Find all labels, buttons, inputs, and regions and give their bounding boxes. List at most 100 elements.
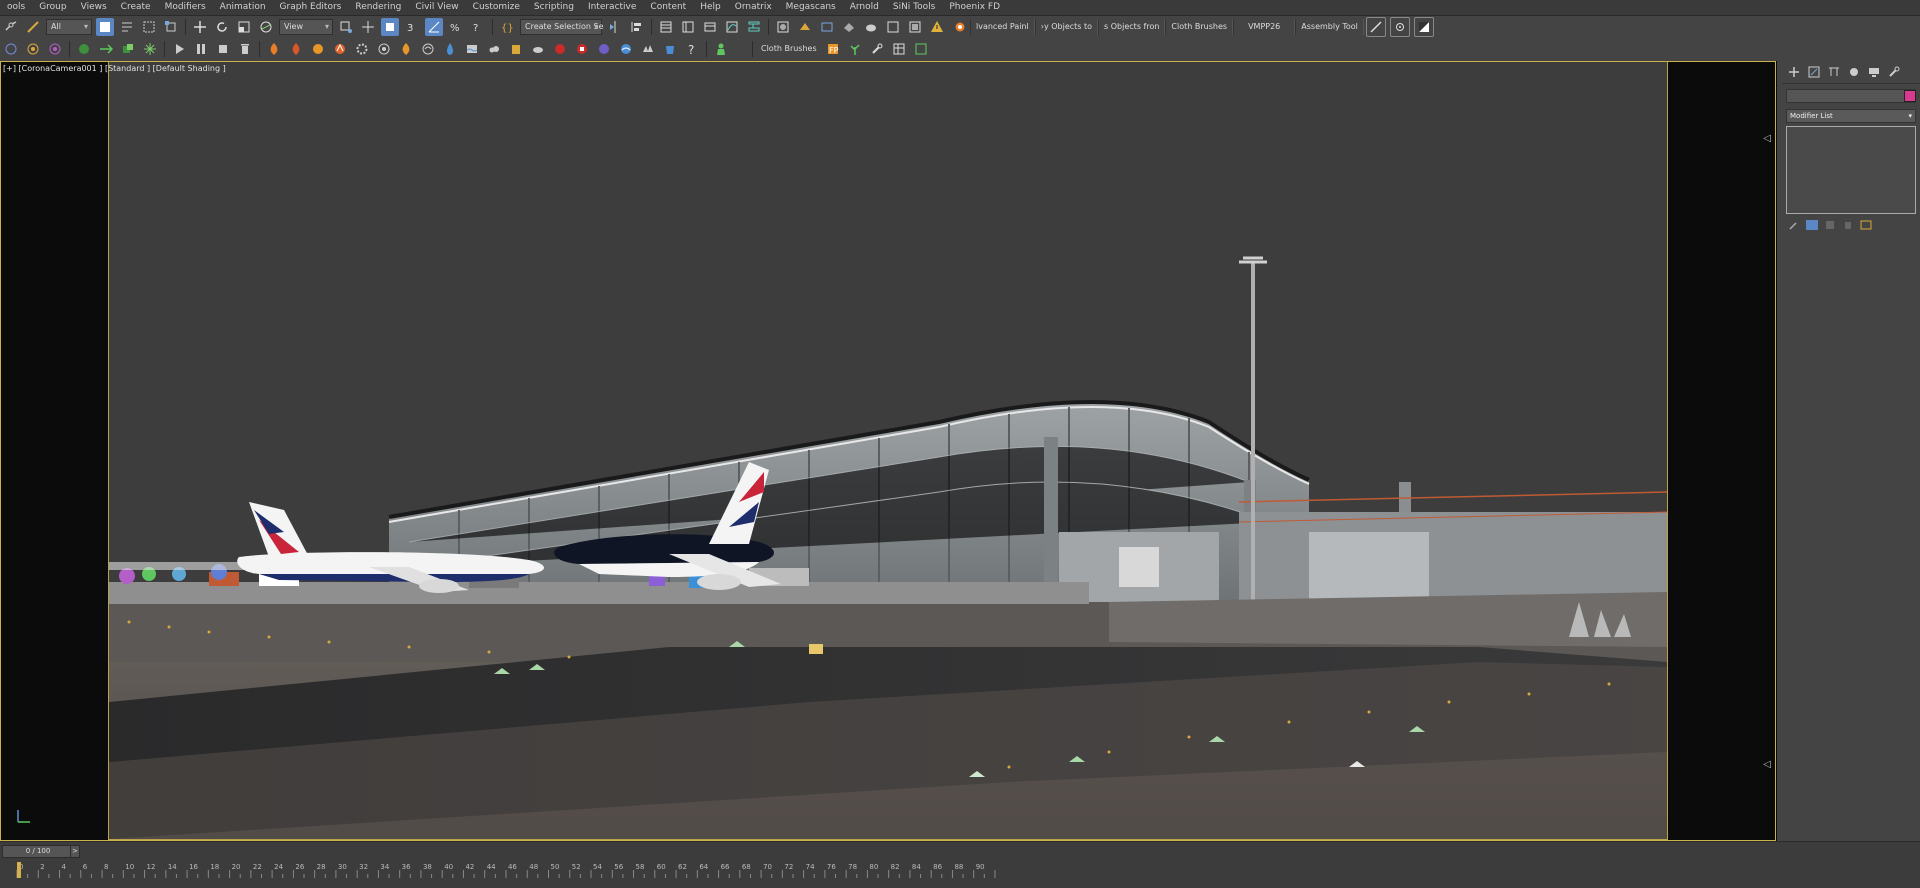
paste-objects-from-file-button[interactable]: s Objects fron — [1098, 19, 1166, 35]
rendered-frame-window-icon[interactable] — [818, 18, 836, 36]
phoenix-record-icon[interactable] — [551, 40, 569, 58]
curve-editor-icon[interactable] — [723, 18, 741, 36]
placement-icon[interactable] — [257, 18, 275, 36]
corona-sun-icon[interactable] — [24, 40, 42, 58]
play-icon[interactable] — [170, 40, 188, 58]
select-object-icon[interactable] — [96, 18, 114, 36]
snaps-toggle-icon[interactable]: 3 — [403, 18, 421, 36]
window-crossing-icon[interactable] — [162, 18, 180, 36]
assembly-tool-button[interactable]: Assembly Tool — [1295, 19, 1364, 35]
menu-item-scripting[interactable]: Scripting — [527, 0, 581, 15]
blender-icon[interactable] — [950, 18, 968, 36]
teapot-render-icon[interactable] — [862, 18, 880, 36]
menu-item-megascans[interactable]: Megascans — [779, 0, 843, 15]
phoenix-ocean-icon[interactable] — [463, 40, 481, 58]
contrast-icon[interactable] — [1413, 17, 1434, 37]
viewport-label[interactable]: [+] [CoronaCamera001 ] [Standard ] [Defa… — [3, 64, 226, 73]
cloth-brushes-button[interactable]: Cloth Brushes — [1165, 19, 1234, 35]
menu-item-ools[interactable]: ools — [0, 0, 32, 15]
rect-selection-icon[interactable] — [140, 18, 158, 36]
spinner-snap-icon[interactable]: ? — [469, 18, 487, 36]
phoenix-source-icon[interactable] — [331, 40, 349, 58]
frame-counter[interactable]: 0 / 100 — [2, 845, 74, 858]
reference-coordinate-dropdown[interactable]: View — [279, 19, 333, 35]
make-unique-icon[interactable] — [1824, 220, 1836, 230]
phoenix-ignite-icon[interactable] — [397, 40, 415, 58]
percent-snap-icon[interactable]: % — [447, 18, 465, 36]
phoenix-splash-icon[interactable] — [639, 40, 657, 58]
modifier-stack[interactable] — [1786, 126, 1916, 214]
mirror-icon[interactable] — [606, 18, 624, 36]
layer-explorer-icon[interactable] — [679, 18, 697, 36]
cloth-brushes-secondary-button[interactable]: Cloth Brushes — [756, 41, 822, 57]
keyboard-shortcut-override-icon[interactable] — [381, 18, 399, 36]
rotate-icon[interactable] — [213, 18, 231, 36]
menu-item-animation[interactable]: Animation — [213, 0, 273, 15]
phoenix-liquid-icon[interactable] — [441, 40, 459, 58]
sini-align-icon[interactable] — [119, 40, 137, 58]
advanced-painting-button[interactable]: lvanced Painl — [970, 19, 1035, 35]
pin-stack-icon[interactable] — [1788, 220, 1800, 230]
phoenix-fire-icon[interactable] — [265, 40, 283, 58]
move-icon[interactable] — [191, 18, 209, 36]
configure-sets-icon[interactable] — [1860, 220, 1872, 230]
phoenix-wave-icon[interactable] — [617, 40, 635, 58]
phoenix-foam-icon[interactable] — [485, 40, 503, 58]
menu-item-graph-editors[interactable]: Graph Editors — [273, 0, 349, 15]
hierarchy-tab-icon[interactable] — [1826, 65, 1842, 79]
phoenix-teapot-icon[interactable] — [529, 40, 547, 58]
phoenix-sphere-icon[interactable] — [595, 40, 613, 58]
copy-objects-to-file-button[interactable]: ›y Objects to — [1034, 19, 1099, 35]
corona-camera-icon[interactable] — [46, 40, 64, 58]
pivot-center-icon[interactable] — [337, 18, 355, 36]
next-frame-arrow-icon[interactable]: > — [70, 845, 80, 858]
unlink-icon[interactable] — [24, 18, 42, 36]
render-active-icon[interactable] — [906, 18, 924, 36]
scale-icon[interactable] — [235, 18, 253, 36]
sini-scatter-icon[interactable] — [141, 40, 159, 58]
phoenix-smoke-icon[interactable] — [287, 40, 305, 58]
remove-modifier-icon[interactable] — [1842, 220, 1854, 230]
display-tab-icon[interactable] — [1866, 65, 1882, 79]
phoenix-container-icon[interactable] — [507, 40, 525, 58]
gear-icon[interactable] — [1389, 17, 1410, 37]
edit-named-selection-icon[interactable]: {} — [498, 18, 516, 36]
menu-item-group[interactable]: Group — [32, 0, 73, 15]
green-frame-icon[interactable] — [912, 40, 930, 58]
vmpp26-button[interactable]: VMPP26 — [1233, 19, 1296, 35]
menu-item-interactive[interactable]: Interactive — [581, 0, 643, 15]
show-end-result-icon[interactable] — [1806, 220, 1818, 230]
warning-icon[interactable] — [928, 18, 946, 36]
menu-item-civil-view[interactable]: Civil View — [408, 0, 465, 15]
table-icon[interactable] — [890, 40, 908, 58]
menu-item-content[interactable]: Content — [643, 0, 693, 15]
wrench-icon[interactable] — [868, 40, 886, 58]
utilities-tab-icon[interactable] — [1886, 65, 1902, 79]
menu-item-sini-tools[interactable]: SiNi Tools — [886, 0, 942, 15]
create-tab-icon[interactable] — [1786, 65, 1802, 79]
select-manipulate-icon[interactable] — [359, 18, 377, 36]
menu-item-phoenix-fd[interactable]: Phoenix FD — [942, 0, 1007, 15]
sini-scene-icon[interactable] — [75, 40, 93, 58]
menu-item-ornatrix[interactable]: Ornatrix — [728, 0, 779, 15]
phoenix-flame-icon[interactable] — [309, 40, 327, 58]
menu-item-views[interactable]: Views — [74, 0, 114, 15]
track-bar[interactable]: 0 2 4 6 8 10 12 14 16 18 20 22 24 26 28 30 32 34 36 38 40 42 4… — [0, 860, 1920, 882]
select-by-name-icon[interactable] — [118, 18, 136, 36]
menu-item-customize[interactable]: Customize — [466, 0, 527, 15]
selection-filter-dropdown[interactable]: All — [46, 19, 92, 35]
menu-item-rendering[interactable]: Rendering — [348, 0, 408, 15]
pause-icon[interactable] — [192, 40, 210, 58]
trash-icon[interactable] — [236, 40, 254, 58]
viewport-side-arrow-bottom-icon[interactable]: ◁ — [1763, 759, 1771, 770]
forest-pack-icon[interactable]: FP — [824, 40, 842, 58]
schematic-view-icon[interactable] — [745, 18, 763, 36]
person-icon[interactable] — [712, 40, 730, 58]
edit-tool-icon[interactable] — [1365, 17, 1386, 37]
render-setup-icon[interactable] — [796, 18, 814, 36]
named-selection-dropdown[interactable]: Create Selection Se — [520, 19, 604, 35]
modify-tab-icon[interactable] — [1806, 65, 1822, 79]
phoenix-stop-icon[interactable] — [573, 40, 591, 58]
ribbon-icon[interactable] — [701, 18, 719, 36]
phoenix-gear-icon[interactable] — [353, 40, 371, 58]
